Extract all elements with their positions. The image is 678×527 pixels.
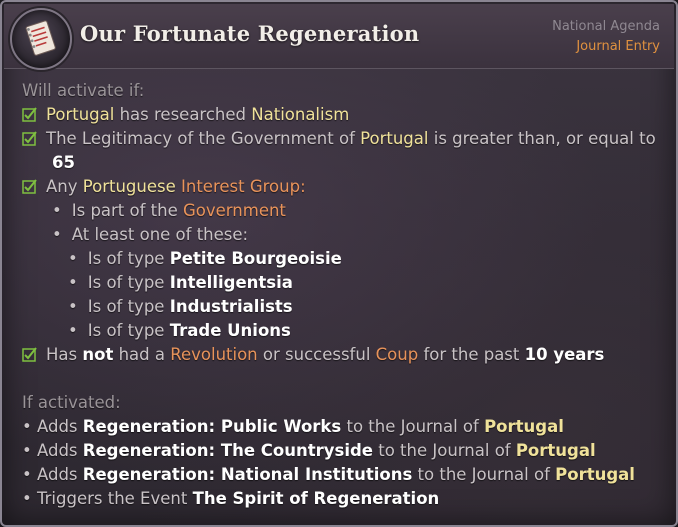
- country-link: Portugal: [555, 465, 635, 484]
- condition-row: The Legitimacy of the Government of Port…: [22, 127, 664, 151]
- checkmark-icon: [22, 179, 37, 194]
- bullet-icon: •: [22, 465, 37, 484]
- bullet-icon: •: [52, 225, 62, 244]
- condition-text: for the past: [418, 345, 525, 364]
- bullet-icon: •: [68, 321, 78, 340]
- interest-group-link: Interest Group: [181, 177, 301, 196]
- tooltip-header: Our Fortunate Regeneration National Agen…: [4, 4, 674, 70]
- condition-text: Is of type: [87, 321, 170, 340]
- effect-text: Triggers the Event: [36, 489, 193, 508]
- condition-continuation: 65: [22, 151, 664, 175]
- revolution-link: Revolution: [170, 345, 258, 364]
- country-link: Portugal: [360, 129, 429, 148]
- type-condition: • Is of type Petite Bourgeoisie: [22, 247, 664, 271]
- journal-name: Regeneration: The Countryside: [82, 441, 373, 460]
- nationality-link: Portuguese: [82, 177, 176, 196]
- condition-text: The Legitimacy of the Government of: [46, 129, 361, 148]
- government-link: Government: [183, 201, 286, 220]
- condition-text: Is part of the: [71, 201, 183, 220]
- coup-link: Coup: [375, 345, 419, 364]
- effects-heading: If activated:: [22, 393, 121, 412]
- interest-group-type: Industrialists: [169, 297, 293, 316]
- condition-text: Has: [46, 345, 83, 364]
- conditions-heading: Will activate if:: [22, 81, 145, 100]
- sub-condition: • Is part of the Government: [22, 199, 664, 223]
- tooltip-body: Will activate if: Portugal has researche…: [22, 79, 664, 511]
- journal-title: Our Fortunate Regeneration: [80, 21, 420, 46]
- condition-text: has researched: [114, 105, 252, 124]
- country-link: Portugal: [515, 441, 596, 460]
- bullet-icon: •: [52, 201, 62, 220]
- condition-text: or successful: [257, 345, 376, 364]
- bullet-icon: •: [22, 489, 37, 508]
- effect-text: Adds: [36, 417, 83, 436]
- bullet-icon: •: [68, 297, 78, 316]
- technology-link: Nationalism: [251, 105, 350, 124]
- type-condition: • Is of type Trade Unions: [22, 319, 664, 343]
- checkmark-icon: [22, 131, 37, 146]
- interest-group-type: Petite Bourgeoisie: [169, 249, 342, 268]
- checkmark-icon: [22, 107, 37, 122]
- bullet-icon: •: [68, 273, 78, 292]
- type-condition: • Is of type Industrialists: [22, 295, 664, 319]
- condition-text: Any: [46, 177, 83, 196]
- condition-row: Has not had a Revolution or successful C…: [22, 343, 664, 367]
- effect-text: to the Journal of: [412, 465, 556, 484]
- type-condition: • Is of type Intelligentsia: [22, 271, 664, 295]
- bullet-icon: •: [22, 417, 37, 436]
- condition-text: Is of type: [87, 249, 170, 268]
- bullet-icon: •: [22, 441, 37, 460]
- sub-condition: • At least one of these:: [22, 223, 664, 247]
- bullet-icon: •: [68, 249, 78, 268]
- country-link: Portugal: [46, 105, 115, 124]
- effect-text: Adds: [36, 465, 83, 484]
- condition-text: had a: [113, 345, 171, 364]
- interest-group-type: Intelligentsia: [169, 273, 293, 292]
- journal-scroll-icon: [10, 8, 72, 70]
- condition-text: At least one of these:: [71, 225, 249, 244]
- condition-colon: :: [300, 177, 306, 196]
- effect-text: to the Journal of: [341, 417, 485, 436]
- condition-row: Any Portuguese Interest Group:: [22, 175, 664, 199]
- category-label: National Agenda: [552, 19, 660, 34]
- effect-text: Adds: [36, 441, 83, 460]
- legitimacy-value: 65: [52, 153, 75, 172]
- interest-group-type: Trade Unions: [169, 321, 291, 340]
- journal-name: Regeneration: National Institutions: [82, 465, 413, 484]
- journal-entry-tooltip: Our Fortunate Regeneration National Agen…: [0, 0, 678, 527]
- condition-text: Is of type: [87, 273, 170, 292]
- effect-row: • Triggers the Event The Spirit of Regen…: [22, 487, 664, 511]
- effect-text: to the Journal of: [373, 441, 516, 460]
- negation-text: not: [82, 345, 114, 364]
- condition-row: Portugal has researched Nationalism: [22, 103, 664, 127]
- event-name: The Spirit of Regeneration: [192, 489, 440, 508]
- effect-row: • Adds Regeneration: Public Works to the…: [22, 415, 664, 439]
- entry-type-label: Journal Entry: [576, 39, 660, 54]
- journal-name: Regeneration: Public Works: [82, 417, 342, 436]
- duration-value: 10 years: [524, 345, 605, 364]
- checkmark-icon: [22, 347, 37, 362]
- country-link: Portugal: [484, 417, 564, 436]
- condition-text: Is of type: [87, 297, 170, 316]
- effect-row: • Adds Regeneration: The Countryside to …: [22, 439, 664, 463]
- effect-row: • Adds Regeneration: National Institutio…: [22, 463, 664, 487]
- condition-text: is greater than, or equal to: [428, 129, 656, 148]
